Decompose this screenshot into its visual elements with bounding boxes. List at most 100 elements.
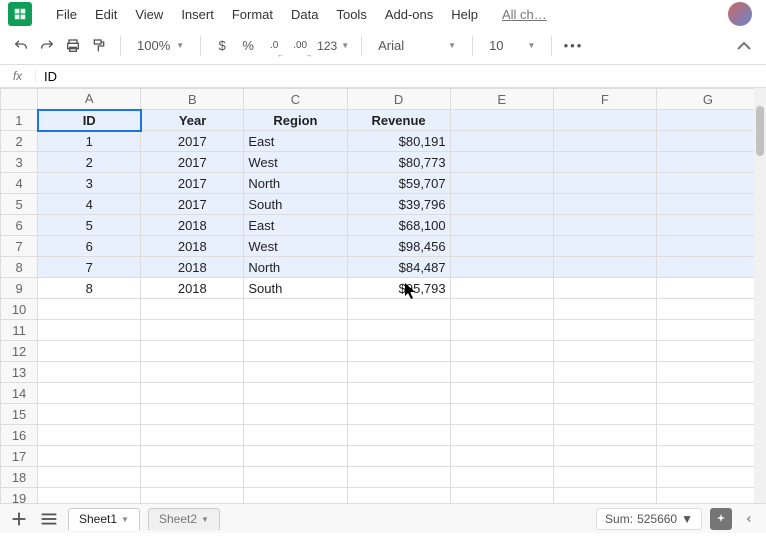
cell-D10[interactable] xyxy=(347,299,450,320)
cell-A14[interactable] xyxy=(38,383,141,404)
cell-D17[interactable] xyxy=(347,446,450,467)
quicksum-dropdown[interactable]: Sum: 525660 ▼ xyxy=(596,508,702,530)
number-format-dropdown[interactable]: 123▼ xyxy=(315,39,351,53)
cell-D6[interactable]: $68,100 xyxy=(347,215,450,236)
menu-help[interactable]: Help xyxy=(443,3,486,26)
cell-A6[interactable]: 5 xyxy=(38,215,141,236)
cell-F7[interactable] xyxy=(553,236,656,257)
cell-C17[interactable] xyxy=(244,446,347,467)
spreadsheet-grid[interactable]: ABCDEFG1IDYearRegionRevenue212017East$80… xyxy=(0,88,766,503)
cell-E19[interactable] xyxy=(450,488,553,504)
menu-format[interactable]: Format xyxy=(224,3,281,26)
cell-C9[interactable]: South xyxy=(244,278,347,299)
column-header-D[interactable]: D xyxy=(347,89,450,110)
cell-D2[interactable]: $80,191 xyxy=(347,131,450,152)
row-header-10[interactable]: 10 xyxy=(1,299,38,320)
row-header-18[interactable]: 18 xyxy=(1,467,38,488)
cell-F19[interactable] xyxy=(553,488,656,504)
format-percent-button[interactable]: % xyxy=(237,34,259,58)
cell-D9[interactable]: $95,793 xyxy=(347,278,450,299)
cell-C12[interactable] xyxy=(244,341,347,362)
cell-D18[interactable] xyxy=(347,467,450,488)
cell-B19[interactable] xyxy=(141,488,244,504)
explore-button[interactable] xyxy=(710,508,732,530)
cell-G5[interactable] xyxy=(656,194,759,215)
row-header-5[interactable]: 5 xyxy=(1,194,38,215)
cell-D16[interactable] xyxy=(347,425,450,446)
cell-B4[interactable]: 2017 xyxy=(141,173,244,194)
cell-A16[interactable] xyxy=(38,425,141,446)
cell-G1[interactable] xyxy=(656,110,759,131)
cell-E8[interactable] xyxy=(450,257,553,278)
cell-G13[interactable] xyxy=(656,362,759,383)
cell-F16[interactable] xyxy=(553,425,656,446)
cell-F6[interactable] xyxy=(553,215,656,236)
cell-C13[interactable] xyxy=(244,362,347,383)
row-header-3[interactable]: 3 xyxy=(1,152,38,173)
column-header-E[interactable]: E xyxy=(450,89,553,110)
cell-B1[interactable]: Year xyxy=(141,110,244,131)
cell-E2[interactable] xyxy=(450,131,553,152)
sheets-logo-icon[interactable] xyxy=(8,2,32,26)
sheet-tab-2[interactable]: Sheet2▼ xyxy=(148,508,220,530)
account-avatar[interactable] xyxy=(728,2,752,26)
cell-B7[interactable]: 2018 xyxy=(141,236,244,257)
row-header-8[interactable]: 8 xyxy=(1,257,38,278)
cell-F13[interactable] xyxy=(553,362,656,383)
column-header-A[interactable]: A xyxy=(38,89,141,110)
menu-edit[interactable]: Edit xyxy=(87,3,125,26)
cell-C4[interactable]: North xyxy=(244,173,347,194)
menu-view[interactable]: View xyxy=(127,3,171,26)
row-header-7[interactable]: 7 xyxy=(1,236,38,257)
cell-G6[interactable] xyxy=(656,215,759,236)
cell-B11[interactable] xyxy=(141,320,244,341)
cell-E16[interactable] xyxy=(450,425,553,446)
cell-G15[interactable] xyxy=(656,404,759,425)
cell-A18[interactable] xyxy=(38,467,141,488)
cell-E18[interactable] xyxy=(450,467,553,488)
vertical-scrollbar[interactable] xyxy=(754,88,766,503)
cell-F11[interactable] xyxy=(553,320,656,341)
cell-G17[interactable] xyxy=(656,446,759,467)
cell-G7[interactable] xyxy=(656,236,759,257)
cell-C14[interactable] xyxy=(244,383,347,404)
row-header-17[interactable]: 17 xyxy=(1,446,38,467)
menu-data[interactable]: Data xyxy=(283,3,326,26)
cell-F5[interactable] xyxy=(553,194,656,215)
cell-B8[interactable]: 2018 xyxy=(141,257,244,278)
cell-B16[interactable] xyxy=(141,425,244,446)
cell-B6[interactable]: 2018 xyxy=(141,215,244,236)
cell-C18[interactable] xyxy=(244,467,347,488)
row-header-11[interactable]: 11 xyxy=(1,320,38,341)
decrease-decimal-button[interactable]: .0← xyxy=(263,34,285,58)
cell-F14[interactable] xyxy=(553,383,656,404)
cell-B3[interactable]: 2017 xyxy=(141,152,244,173)
cell-B5[interactable]: 2017 xyxy=(141,194,244,215)
cell-D8[interactable]: $84,487 xyxy=(347,257,450,278)
all-sheets-button[interactable] xyxy=(38,508,60,530)
cell-D15[interactable] xyxy=(347,404,450,425)
cell-F10[interactable] xyxy=(553,299,656,320)
cell-A15[interactable] xyxy=(38,404,141,425)
cell-D11[interactable] xyxy=(347,320,450,341)
row-header-16[interactable]: 16 xyxy=(1,425,38,446)
add-sheet-button[interactable] xyxy=(8,508,30,530)
cell-G12[interactable] xyxy=(656,341,759,362)
select-all-cell[interactable] xyxy=(1,89,38,110)
row-header-9[interactable]: 9 xyxy=(1,278,38,299)
cell-F12[interactable] xyxy=(553,341,656,362)
cell-C11[interactable] xyxy=(244,320,347,341)
cell-A1[interactable]: ID xyxy=(38,110,141,131)
cell-E6[interactable] xyxy=(450,215,553,236)
cell-F18[interactable] xyxy=(553,467,656,488)
cell-A2[interactable]: 1 xyxy=(38,131,141,152)
cell-D4[interactable]: $59,707 xyxy=(347,173,450,194)
menu-insert[interactable]: Insert xyxy=(173,3,222,26)
cell-A5[interactable]: 4 xyxy=(38,194,141,215)
sheet-tab-1[interactable]: Sheet1▼ xyxy=(68,508,140,530)
cell-G11[interactable] xyxy=(656,320,759,341)
cell-B13[interactable] xyxy=(141,362,244,383)
menu-tools[interactable]: Tools xyxy=(328,3,374,26)
cell-G9[interactable] xyxy=(656,278,759,299)
cell-A9[interactable]: 8 xyxy=(38,278,141,299)
